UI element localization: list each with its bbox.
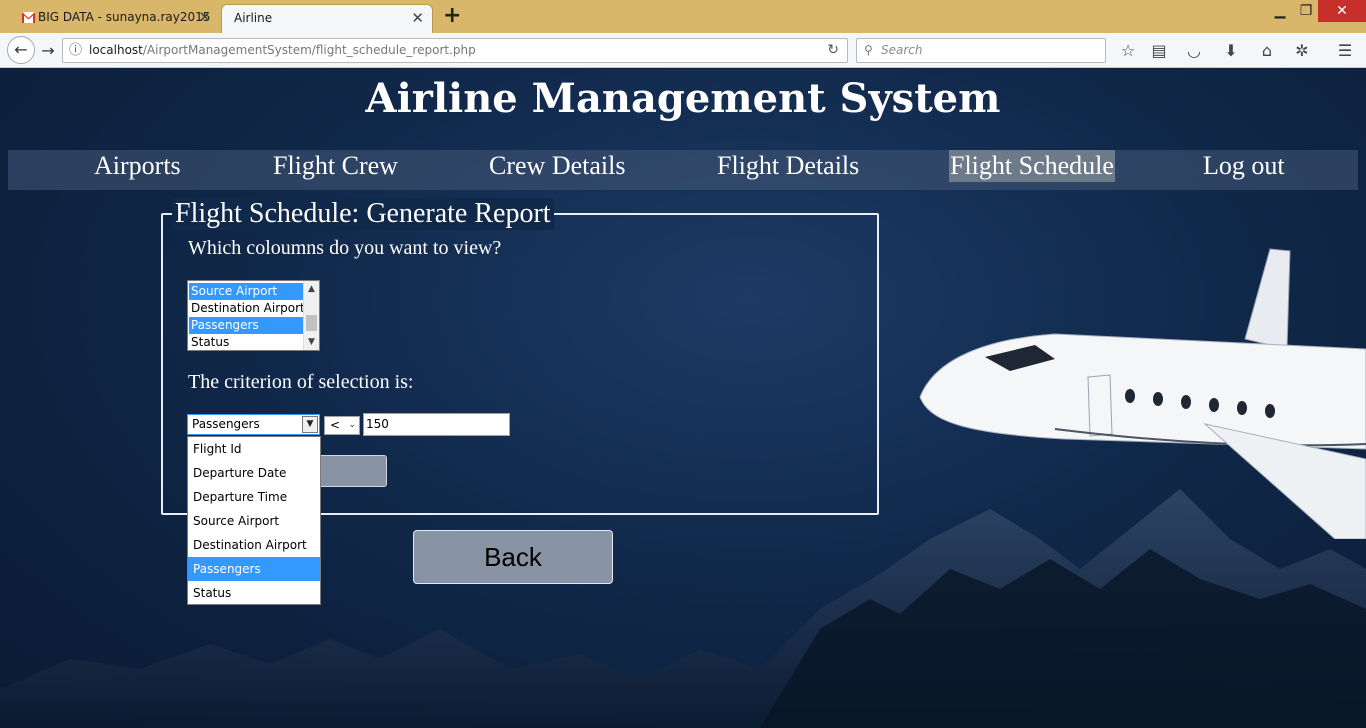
reload-icon[interactable]: ↻ [827,39,839,62]
back-button[interactable]: Back [413,530,613,584]
close-tab-icon[interactable]: ✕ [411,9,424,27]
criterion-label: The criterion of selection is: [188,371,414,393]
menu-hamburger-icon[interactable]: ☰ [1333,39,1357,63]
url-host: localhost [89,43,143,57]
minimize-icon[interactable]: ▁ [1268,0,1292,22]
column-option[interactable]: Destination Airport [189,300,305,317]
criterion-operator-value: < [330,418,341,432]
reading-list-icon[interactable]: ▤ [1147,39,1171,63]
maximize-icon[interactable]: ❐ [1294,0,1318,22]
chevron-down-icon: ⌄ [348,420,356,430]
criterion-value-input[interactable]: 150 [363,413,510,436]
scroll-up-icon[interactable]: ▲ [304,281,319,297]
new-tab-button[interactable]: + [443,3,461,28]
bookmark-star-icon[interactable]: ☆ [1116,39,1140,63]
chevron-down-icon[interactable]: ▼ [302,416,318,433]
close-tab-icon[interactable]: ✕ [198,8,211,26]
columns-question-label: Which coloumns do you want to view? [188,237,502,259]
main-nav-menu: Airports Flight Crew Crew Details Flight… [8,150,1358,190]
search-input[interactable]: ⚲ Search [856,38,1106,63]
address-bar[interactable]: ⓘ localhost/AirportManagementSystem/flig… [62,38,848,63]
tab-title: BIG DATA - sunayna.ray2015 [38,10,211,24]
browser-tab-strip: BIG DATA - sunayna.ray2015 ✕ Airline ✕ +… [0,0,1366,33]
info-icon[interactable]: ⓘ [69,39,82,62]
scroll-down-icon[interactable]: ▼ [304,334,319,350]
dropdown-option[interactable]: Status [188,581,320,605]
nav-flight-crew[interactable]: Flight Crew [272,150,399,182]
scroll-thumb[interactable] [306,315,317,331]
back-arrow-icon[interactable]: ← [7,36,35,64]
download-icon[interactable]: ⬇ [1219,39,1243,63]
gmail-icon [22,12,35,23]
criterion-field-value: Passengers [192,417,260,431]
columns-multiselect[interactable]: Source Airport Destination Airport Passe… [187,280,320,351]
home-icon[interactable]: ⌂ [1255,39,1279,63]
dropdown-option[interactable]: Departure Time [188,485,320,509]
criterion-field-dropdown-list[interactable]: Flight Id Departure Date Departure Time … [187,436,321,605]
search-icon: ⚲ [864,43,873,57]
tab-gmail[interactable]: BIG DATA - sunayna.ray2015 ✕ [14,4,219,33]
tab-airline[interactable]: Airline ✕ [221,4,433,33]
criterion-field-select[interactable]: Passengers ▼ [187,414,320,435]
dropdown-option[interactable]: Flight Id [188,437,320,461]
browser-nav-bar: ← → ⓘ localhost/AirportManagementSystem/… [0,33,1366,68]
column-option[interactable]: Status [189,334,303,350]
column-option[interactable]: Source Airport [189,283,303,300]
fieldset-legend: Flight Schedule: Generate Report [172,198,554,230]
search-placeholder: Search [881,43,923,57]
extension-icon[interactable]: ✲ [1290,39,1314,63]
column-option[interactable]: Passengers [189,317,303,334]
url-path: /AirportManagementSystem/flight_schedule… [142,43,476,57]
dropdown-option[interactable]: Source Airport [188,509,320,533]
dropdown-option[interactable]: Departure Date [188,461,320,485]
dropdown-option-selected[interactable]: Passengers [188,557,320,581]
page-title: Airline Management System [365,75,1001,122]
nav-flight-schedule[interactable]: Flight Schedule [949,150,1115,182]
forward-arrow-icon[interactable]: → [36,39,60,63]
pocket-icon[interactable]: ◡ [1182,39,1206,63]
listbox-scrollbar[interactable]: ▲ ▼ [303,281,319,350]
nav-airports[interactable]: Airports [93,150,182,182]
page-body: Airline Management System Airports Fligh… [0,69,1366,728]
nav-flight-details[interactable]: Flight Details [716,150,860,182]
nav-crew-details[interactable]: Crew Details [488,150,626,182]
dropdown-option[interactable]: Destination Airport [188,533,320,557]
window-close-icon[interactable]: ✕ [1318,0,1366,22]
airplane-image [919,248,1366,539]
nav-log-out[interactable]: Log out [1202,150,1286,182]
criterion-value-text: 150 [366,417,389,431]
tab-title: Airline [234,11,273,25]
criterion-operator-select[interactable]: < ⌄ [324,416,360,435]
